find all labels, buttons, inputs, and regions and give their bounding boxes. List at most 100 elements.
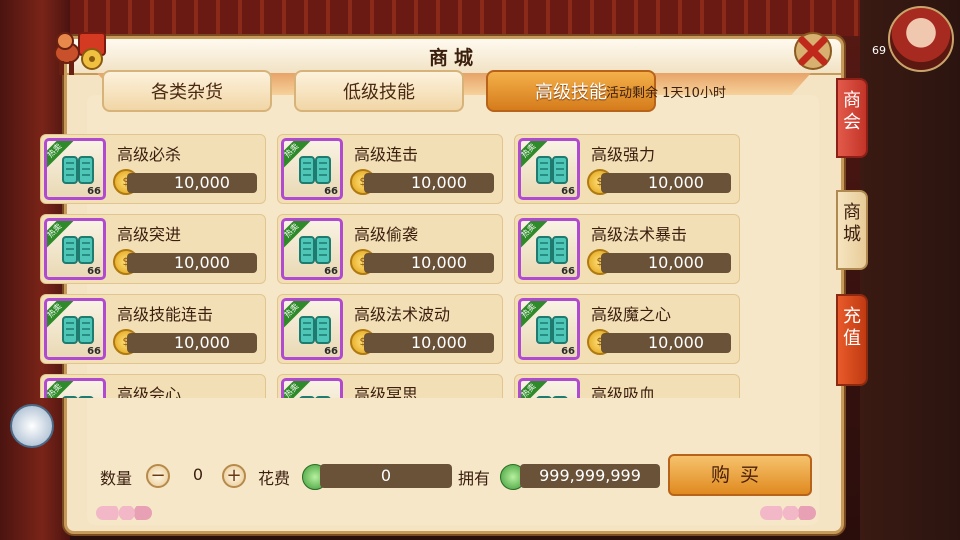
item-icon-frame[interactable]: 热卖: [44, 378, 106, 398]
side-tab-merchant-guild[interactable]: 商会: [836, 78, 868, 158]
shop-item[interactable]: 热卖 66 高级法术波动 $10,000: [277, 294, 503, 364]
skill-scroll-icon: [299, 316, 331, 344]
item-name: 高级偷袭: [354, 225, 419, 244]
item-icon-frame[interactable]: 热卖 66: [44, 138, 106, 200]
item-price-bar: 10,000: [364, 173, 494, 193]
item-icon-frame[interactable]: 热卖: [281, 378, 343, 398]
item-level: 66: [87, 186, 101, 197]
window-title: 商城: [428, 47, 479, 69]
owned-label: 拥有: [458, 469, 491, 488]
skill-scroll-icon: [62, 236, 94, 264]
skill-scroll-icon: [536, 156, 568, 184]
item-name: 高级必杀: [117, 145, 182, 164]
item-price: 10,000: [174, 253, 230, 272]
tab-general-goods[interactable]: 各类杂货: [102, 70, 272, 112]
background-right-scene: [860, 0, 960, 540]
shop-item[interactable]: 热卖 66 高级法术暴击 $10,000: [514, 214, 740, 284]
skill-scroll-icon: [299, 156, 331, 184]
shop-item[interactable]: 热卖 66 高级突进 $10,000: [40, 214, 266, 284]
close-icon[interactable]: [791, 29, 835, 73]
item-price: 10,000: [174, 333, 230, 352]
skill-scroll-icon: [536, 316, 568, 344]
item-name: 高级突进: [117, 225, 182, 244]
side-tab-recharge[interactable]: 充值: [836, 294, 868, 386]
skill-scroll-icon: [62, 316, 94, 344]
item-name: 高级法术波动: [354, 305, 451, 324]
quantity-minus-button[interactable]: −: [146, 464, 170, 488]
item-price: 10,000: [648, 253, 704, 272]
item-grid: 热卖 66 高级必杀 $10,000 热卖 66 高级连击 $10,000 热卖 66 高级强力 $1…: [40, 134, 740, 398]
shop-item[interactable]: 热卖 66 高级必杀 $10,000: [40, 134, 266, 204]
shop-item[interactable]: 热卖 高级会心: [40, 374, 266, 398]
item-icon-frame[interactable]: 热卖 66: [518, 138, 580, 200]
item-price-bar: 10,000: [127, 333, 257, 353]
item-level: 66: [324, 186, 338, 197]
flower-decoration: [96, 506, 152, 520]
buy-button[interactable]: 购买: [668, 454, 812, 496]
flower-decoration: [760, 506, 816, 520]
item-icon-frame[interactable]: 热卖: [518, 378, 580, 398]
item-icon-frame[interactable]: 热卖 66: [518, 298, 580, 360]
item-name: 高级魔之心: [591, 305, 672, 324]
item-price-bar: 10,000: [364, 333, 494, 353]
item-price-bar: 10,000: [364, 253, 494, 273]
item-icon-frame[interactable]: 热卖 66: [44, 218, 106, 280]
skill-scroll-icon: [299, 396, 331, 398]
item-icon-frame[interactable]: 热卖 66: [518, 218, 580, 280]
item-price: 10,000: [411, 173, 467, 192]
skill-scroll-icon: [536, 396, 568, 398]
item-price-bar: 10,000: [601, 333, 731, 353]
item-icon-frame[interactable]: 热卖 66: [44, 298, 106, 360]
shop-item[interactable]: 热卖 高级吸血: [514, 374, 740, 398]
item-price-bar: 10,000: [601, 173, 731, 193]
mascot-cart-icon: [54, 32, 106, 75]
item-level: 66: [87, 346, 101, 357]
item-price: 10,000: [648, 333, 704, 352]
item-price-bar: 10,000: [127, 173, 257, 193]
player-avatar[interactable]: [888, 6, 954, 72]
skill-scroll-icon: [62, 156, 94, 184]
item-name: 高级冥思: [354, 385, 419, 398]
item-price: 10,000: [411, 333, 467, 352]
item-name: 高级会心: [117, 385, 182, 398]
shop-item[interactable]: 热卖 66 高级强力 $10,000: [514, 134, 740, 204]
item-icon-frame[interactable]: 热卖 66: [281, 298, 343, 360]
side-tab-mall[interactable]: 商城: [836, 190, 868, 270]
owned-value: 999,999,999: [520, 464, 660, 488]
item-name: 高级连击: [354, 145, 419, 164]
item-name: 高级技能连击: [117, 305, 214, 324]
item-level: 66: [324, 346, 338, 357]
shop-item[interactable]: 热卖 66 高级技能连击 $10,000: [40, 294, 266, 364]
skill-scroll-icon: [299, 236, 331, 264]
item-name: 高级法术暴击: [591, 225, 688, 244]
shop-item[interactable]: 热卖 66 高级连击 $10,000: [277, 134, 503, 204]
item-level: 66: [561, 186, 575, 197]
item-icon-frame[interactable]: 热卖 66: [281, 138, 343, 200]
chat-button[interactable]: [10, 404, 54, 448]
item-icon-frame[interactable]: 热卖 66: [281, 218, 343, 280]
item-level: 66: [324, 266, 338, 277]
quantity-value[interactable]: 0: [176, 465, 220, 484]
item-name: 高级吸血: [591, 385, 656, 398]
skill-scroll-icon: [536, 236, 568, 264]
shop-item[interactable]: 热卖 66 高级魔之心 $10,000: [514, 294, 740, 364]
event-time-remaining: 活动剩余 1天10小时: [606, 86, 726, 101]
tab-basic-skills[interactable]: 低级技能: [294, 70, 464, 112]
item-price: 10,000: [648, 173, 704, 192]
item-price-bar: 10,000: [601, 253, 731, 273]
item-level: 66: [561, 346, 575, 357]
avatar-level: 69: [872, 44, 886, 57]
item-price: 10,000: [411, 253, 467, 272]
shop-item[interactable]: 热卖 66 高级偷袭 $10,000: [277, 214, 503, 284]
item-level: 66: [561, 266, 575, 277]
quantity-label: 数量: [100, 469, 133, 488]
quantity-plus-button[interactable]: +: [222, 464, 246, 488]
skill-scroll-icon: [62, 396, 94, 398]
item-price: 10,000: [174, 173, 230, 192]
cost-value: 0: [320, 464, 452, 488]
item-price-bar: 10,000: [127, 253, 257, 273]
item-level: 66: [87, 266, 101, 277]
cost-label: 花费: [258, 469, 291, 488]
shop-item[interactable]: 热卖 高级冥思: [277, 374, 503, 398]
item-name: 高级强力: [591, 145, 656, 164]
